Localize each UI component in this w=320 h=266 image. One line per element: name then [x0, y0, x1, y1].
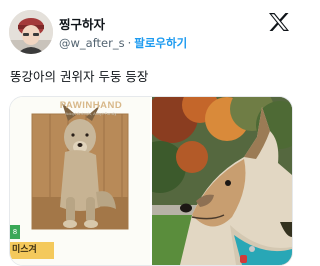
author-handle[interactable]: @w_after_s [59, 36, 125, 50]
media-photo-2[interactable] [134, 97, 292, 265]
adult-dog-image [134, 97, 292, 265]
author-avatar[interactable] [9, 10, 53, 54]
x-logo-icon[interactable] [268, 12, 290, 32]
avatar-photo [9, 10, 53, 54]
author-display-name[interactable]: 찡구하자 [59, 14, 105, 33]
puppy-shelter-image [10, 97, 150, 265]
author-handle-row: @w_after_s · 팔로우하기 [59, 35, 187, 51]
follow-button[interactable]: 팔로우하기 [134, 36, 187, 50]
media-photo-1[interactable]: PAWINHAND Adopt Animals, Adopt Family 8 … [10, 97, 150, 265]
shelter-brand-text: PAWINHAND [59, 100, 123, 111]
green-tag: 8 [10, 225, 20, 239]
dog-name-label: 미스겨 [10, 242, 54, 259]
tweet-text: 똥강아의 권위자 두둥 등장 [10, 69, 149, 84]
shelter-tagline: Adopt Animals, Adopt Family [65, 111, 117, 116]
tweet-media[interactable]: PAWINHAND Adopt Animals, Adopt Family 8 … [9, 96, 293, 266]
separator-dot: · [127, 36, 132, 50]
